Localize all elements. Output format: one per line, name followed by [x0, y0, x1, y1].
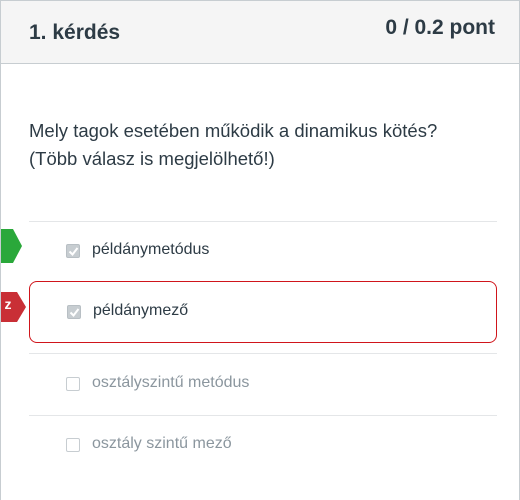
- answer-label: példánymetódus: [92, 241, 210, 258]
- question-header: 1. kérdés 0 / 0.2 pont: [1, 0, 519, 64]
- answer-checkbox[interactable]: [67, 305, 81, 319]
- checkmark-icon: [69, 308, 80, 318]
- incorrect-marker-label: z: [4, 296, 12, 312]
- answer-option[interactable]: példánymetódus: [29, 221, 497, 283]
- answer-option[interactable]: példánymező: [29, 281, 497, 343]
- answer-label: példánymező: [93, 302, 189, 319]
- answer-option[interactable]: osztályszintű metódus: [29, 353, 497, 415]
- answer-label: osztály szintű mező: [92, 435, 232, 452]
- answer-label: osztályszintű metódus: [92, 374, 250, 391]
- question-card: 1. kérdés 0 / 0.2 pont Mely tagok esetéb…: [0, 0, 520, 500]
- checkmark-icon: [68, 247, 79, 257]
- question-title: 1. kérdés: [29, 21, 121, 44]
- question-text-line-2: (Több válasz is megjelölhető!): [29, 148, 275, 169]
- answer-checkbox[interactable]: [66, 244, 80, 258]
- question-points: 0 / 0.2 pont: [385, 16, 495, 39]
- question-text: Mely tagok esetében működik a dinamikus …: [29, 117, 499, 173]
- correct-answer-marker-icon: [1, 229, 22, 263]
- answer-checkbox[interactable]: [66, 438, 80, 452]
- answer-checkbox[interactable]: [66, 377, 80, 391]
- question-text-line-1: Mely tagok esetében működik a dinamikus …: [29, 120, 438, 141]
- answer-option[interactable]: osztály szintű mező: [29, 415, 497, 477]
